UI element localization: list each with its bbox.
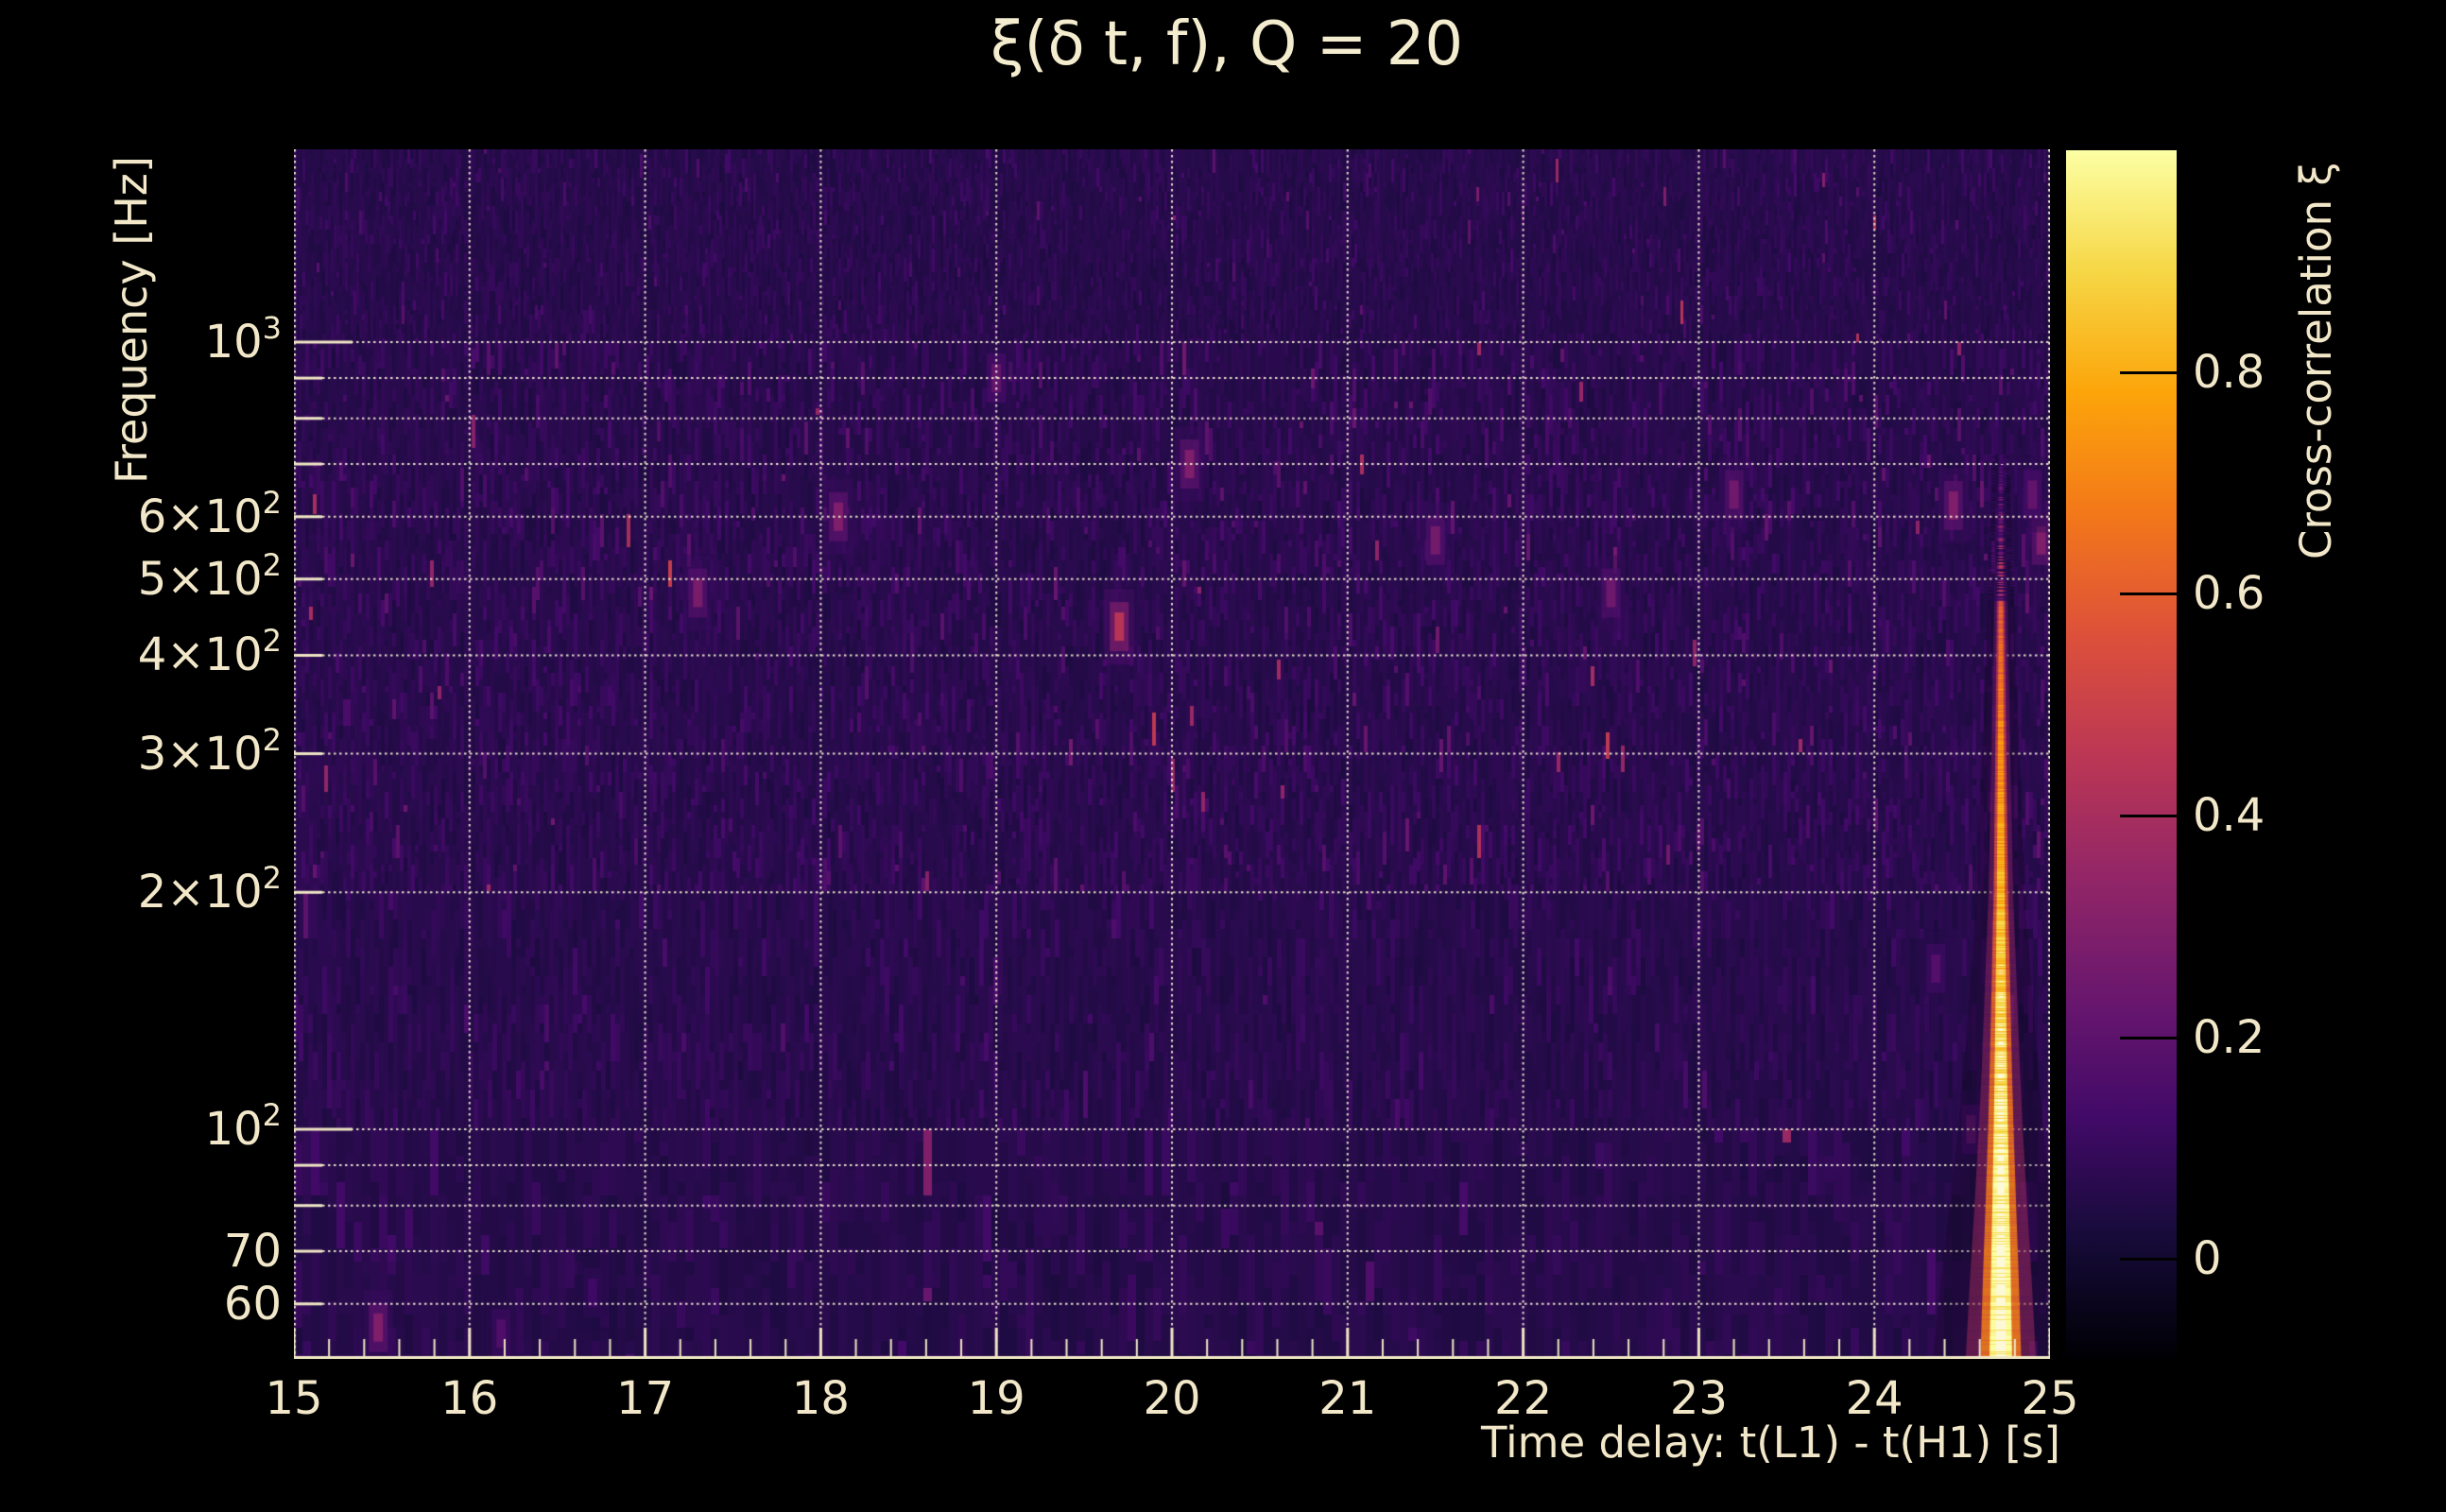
- y-tick-exponent: 2: [262, 721, 282, 758]
- y-tick-main: 3×10: [137, 727, 263, 781]
- y-tick-main: 6×10: [137, 490, 263, 543]
- colorbar-label: Cross-correlation ξ: [2291, 162, 2341, 559]
- y-tick-exponent: 2: [262, 484, 282, 521]
- colorbar-tick-label: 0.6: [2193, 567, 2265, 621]
- heatmap-canvas: [294, 149, 2050, 1359]
- y-tick-exponent: 2: [262, 623, 282, 660]
- y-tick-exponent: 2: [262, 860, 282, 897]
- colorbar: [2066, 150, 2177, 1359]
- y-tick-label: 6×102: [38, 485, 282, 549]
- y-tick-main: 2×10: [137, 866, 263, 919]
- y-tick-label: 2×102: [38, 860, 282, 924]
- colorbar-tick-label: 0.2: [2193, 1010, 2265, 1064]
- chart-title: ξ(δ t, f), Q = 20: [990, 9, 1464, 79]
- colorbar-tick: [2120, 815, 2177, 818]
- y-tick-exponent: 2: [262, 1097, 282, 1133]
- colorbar-tick: [2120, 1258, 2177, 1262]
- colorbar-tick-label: 0: [2193, 1232, 2222, 1286]
- y-tick-label: 5×102: [38, 547, 282, 611]
- y-tick-main: 60: [223, 1277, 282, 1331]
- y-tick-main: 10: [204, 316, 263, 369]
- y-tick-label: 60: [38, 1272, 282, 1336]
- colorbar-tick: [2120, 370, 2177, 374]
- colorbar-tick: [2120, 1036, 2177, 1040]
- y-tick-exponent: 2: [262, 546, 282, 583]
- y-tick-label: 3×102: [38, 722, 282, 786]
- colorbar-tick-label: 0.4: [2193, 789, 2265, 843]
- y-tick-label: 103: [38, 310, 282, 374]
- y-tick-label: 102: [38, 1097, 282, 1161]
- y-tick-main: 70: [223, 1225, 282, 1279]
- x-axis-label: Time delay: t(L1) - t(H1) [s]: [1481, 1418, 2060, 1468]
- y-tick-label: 4×102: [38, 623, 282, 687]
- colorbar-tick: [2120, 593, 2177, 596]
- y-tick-exponent: 3: [262, 310, 282, 346]
- figure: ξ(δ t, f), Q = 20 Frequency [Hz] 103 6×10…: [0, 0, 2446, 1512]
- y-tick-main: 4×10: [137, 628, 263, 682]
- y-tick-main: 5×10: [137, 552, 263, 606]
- y-tick-main: 10: [204, 1103, 263, 1156]
- colorbar-tick-label: 0.8: [2193, 345, 2265, 399]
